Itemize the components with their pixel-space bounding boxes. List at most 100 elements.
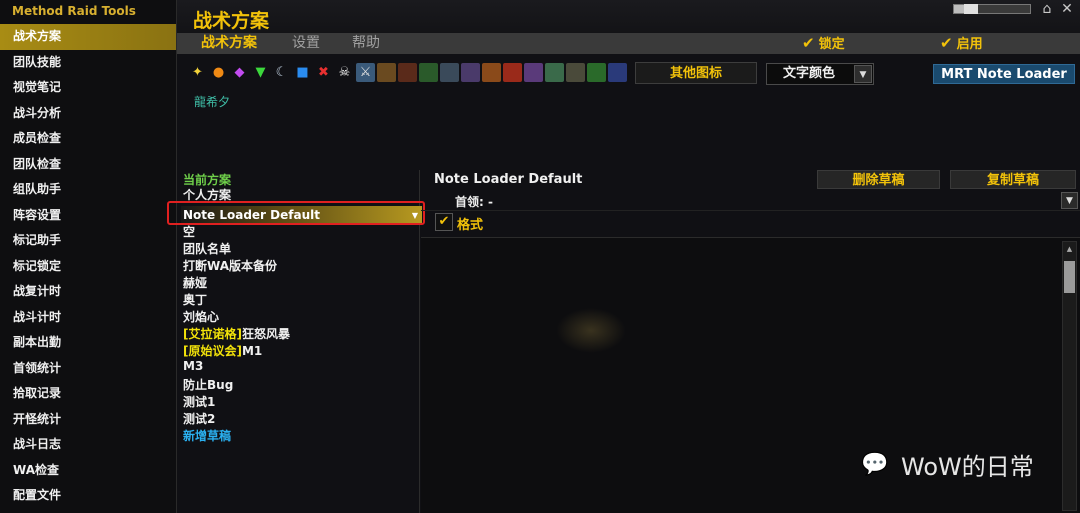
- copy-draft-button[interactable]: 复制草稿: [950, 170, 1076, 189]
- sidebar-item-profiles[interactable]: 配置文件: [0, 483, 176, 509]
- sidebar-item-marker-helper[interactable]: 标记助手: [0, 228, 176, 254]
- sword-icon[interactable]: ⚔: [356, 63, 375, 82]
- enable-label: 启用: [956, 37, 983, 52]
- format-label: 格式: [457, 218, 484, 233]
- list-item[interactable]: 刘焰心: [183, 308, 219, 325]
- sidebar-item-boss-stats[interactable]: 首领统计: [0, 356, 176, 382]
- scale-slider[interactable]: [953, 4, 1031, 14]
- text-color-dropdown[interactable]: 文字颜色 ▼: [766, 63, 874, 85]
- sidebar-item-wa-check[interactable]: WA检查: [0, 458, 176, 484]
- scale-slider-thumb[interactable]: [964, 4, 979, 14]
- chevron-down-icon[interactable]: ▼: [854, 65, 872, 83]
- boss-selector[interactable]: 首领: - ▼: [421, 191, 1080, 211]
- list-item[interactable]: 奥丁: [183, 291, 207, 308]
- sidebar-item-pull-stats[interactable]: 开怪统计: [0, 407, 176, 433]
- scrollbar-thumb[interactable]: [1064, 261, 1075, 293]
- new-draft-link[interactable]: 新增草稿: [183, 427, 231, 444]
- note-title: Note Loader Default: [434, 172, 583, 187]
- sidebar-item-loot-log[interactable]: 拾取记录: [0, 381, 176, 407]
- editor-scrollbar[interactable]: ▲: [1062, 241, 1077, 511]
- class-icon-11[interactable]: [587, 63, 606, 82]
- faint-background-mark: [556, 308, 626, 353]
- list-item[interactable]: 团队名单: [183, 240, 231, 257]
- note-header: Note Loader Default 删除草稿 复制草稿: [421, 170, 1080, 190]
- class-icon-10[interactable]: [566, 63, 585, 82]
- list-item[interactable]: 打断WA版本备份: [183, 257, 277, 274]
- format-checkbox[interactable]: ✔: [435, 213, 453, 231]
- boss-label: 首领: -: [455, 193, 493, 210]
- sidebar-item-raid-cooldowns[interactable]: 团队技能: [0, 50, 176, 76]
- class-icon-9[interactable]: [545, 63, 564, 82]
- list-item[interactable]: 测试2: [183, 410, 215, 427]
- watermark: 💬 WoW的日常: [855, 447, 1034, 482]
- home-icon[interactable]: ⌂: [1039, 1, 1055, 17]
- enable-checkbox[interactable]: ✔ 启用: [940, 33, 983, 54]
- sidebar-item-raid-check[interactable]: 团队检查: [0, 152, 176, 178]
- class-icon-2[interactable]: [398, 63, 417, 82]
- list-item-label: 狂怒风暴: [241, 327, 290, 341]
- sidebar-item-roster-setup[interactable]: 阵容设置: [0, 203, 176, 229]
- tab-settings[interactable]: 设置: [292, 33, 320, 54]
- icon-strip: ✦ ● ◆ ▼ ☾ ■ ✖ ☠ ⚔: [188, 63, 627, 82]
- sidebar-item-fight-timer[interactable]: 战斗计时: [0, 305, 176, 331]
- class-icon-3[interactable]: [419, 63, 438, 82]
- cross-marker-icon[interactable]: ✖: [314, 63, 333, 82]
- list-item-prefix: [艾拉诺格]: [183, 327, 242, 341]
- skull-marker-icon[interactable]: ☠: [335, 63, 354, 82]
- close-icon[interactable]: ✕: [1059, 1, 1075, 17]
- boss-label-text: 首领:: [455, 195, 484, 209]
- star-marker-icon[interactable]: ✦: [188, 63, 207, 82]
- lock-checkbox[interactable]: ✔ 锁定: [802, 33, 845, 54]
- sidebar-item-marker-lock[interactable]: 标记锁定: [0, 254, 176, 280]
- diamond-marker-icon[interactable]: ◆: [230, 63, 249, 82]
- list-item[interactable]: 测试1: [183, 393, 215, 410]
- sidebar-item-tactics[interactable]: 战术方案: [0, 24, 176, 50]
- square-marker-icon[interactable]: ■: [293, 63, 312, 82]
- sidebar-item-battle-res-timer[interactable]: 战复计时: [0, 279, 176, 305]
- list-item[interactable]: M3: [183, 359, 203, 373]
- checkmark-icon: ✔: [940, 34, 953, 52]
- list-item-label: M1: [241, 344, 263, 358]
- title-bar: 战术方案 ⌂ ✕: [177, 0, 1080, 34]
- chevron-down-icon[interactable]: ▼: [1061, 192, 1078, 209]
- sidebar-item-attendance[interactable]: 副本出勤: [0, 330, 176, 356]
- delete-draft-button[interactable]: 删除草稿: [817, 170, 940, 189]
- class-icon-5[interactable]: [461, 63, 480, 82]
- scroll-up-icon[interactable]: ▲: [1063, 242, 1076, 256]
- boss-value: -: [488, 195, 493, 209]
- triangle-marker-icon[interactable]: ▼: [251, 63, 270, 82]
- class-icon-6[interactable]: [482, 63, 501, 82]
- class-icon-12[interactable]: [608, 63, 627, 82]
- lock-label: 锁定: [818, 37, 845, 52]
- sidebar-item-visual-notes[interactable]: 视觉笔记: [0, 75, 176, 101]
- tab-help[interactable]: 帮助: [352, 33, 380, 54]
- text-color-label: 文字颜色: [783, 66, 836, 81]
- addon-title: Method Raid Tools: [12, 4, 136, 18]
- class-icon-8[interactable]: [524, 63, 543, 82]
- sidebar: Method Raid Tools 战术方案 团队技能 视觉笔记 战斗分析 成员…: [0, 0, 177, 513]
- class-icon-7[interactable]: [503, 63, 522, 82]
- list-item[interactable]: [艾拉诺格]狂怒风暴: [183, 325, 290, 342]
- list-item[interactable]: 防止Bug: [183, 376, 233, 393]
- character-name: 龍希夕: [194, 95, 231, 109]
- list-item[interactable]: 空: [183, 223, 195, 240]
- other-icons-button[interactable]: 其他图标: [635, 62, 757, 84]
- main-panel: 战术方案 ⌂ ✕ 战术方案 设置 帮助 ✔ 锁定 ✔ 启用 ✦ ● ◆ ▼ ☾ ■ …: [167, 0, 1080, 513]
- list-item[interactable]: 赫娅: [183, 274, 207, 291]
- sidebar-item-member-check[interactable]: 成员检查: [0, 126, 176, 152]
- tab-tactics[interactable]: 战术方案: [201, 33, 257, 54]
- class-icon-1[interactable]: [377, 63, 396, 82]
- format-row: ✔ 格式: [421, 212, 1080, 234]
- watermark-text: WoW的日常: [901, 453, 1034, 481]
- wechat-icon: 💬: [861, 451, 889, 477]
- circle-marker-icon[interactable]: ●: [209, 63, 228, 82]
- sidebar-item-group-helper[interactable]: 组队助手: [0, 177, 176, 203]
- sidebar-item-combat-log[interactable]: 战斗日志: [0, 432, 176, 458]
- list-item[interactable]: [原始议会]M1: [183, 342, 262, 359]
- tab-bar: 战术方案 设置 帮助 ✔ 锁定 ✔ 启用: [177, 33, 1080, 54]
- sidebar-item-fight-analysis[interactable]: 战斗分析: [0, 101, 176, 127]
- moon-marker-icon[interactable]: ☾: [272, 63, 291, 82]
- mrt-note-loader-button[interactable]: MRT Note Loader: [933, 64, 1075, 84]
- page-title: 战术方案: [193, 10, 270, 32]
- class-icon-4[interactable]: [440, 63, 459, 82]
